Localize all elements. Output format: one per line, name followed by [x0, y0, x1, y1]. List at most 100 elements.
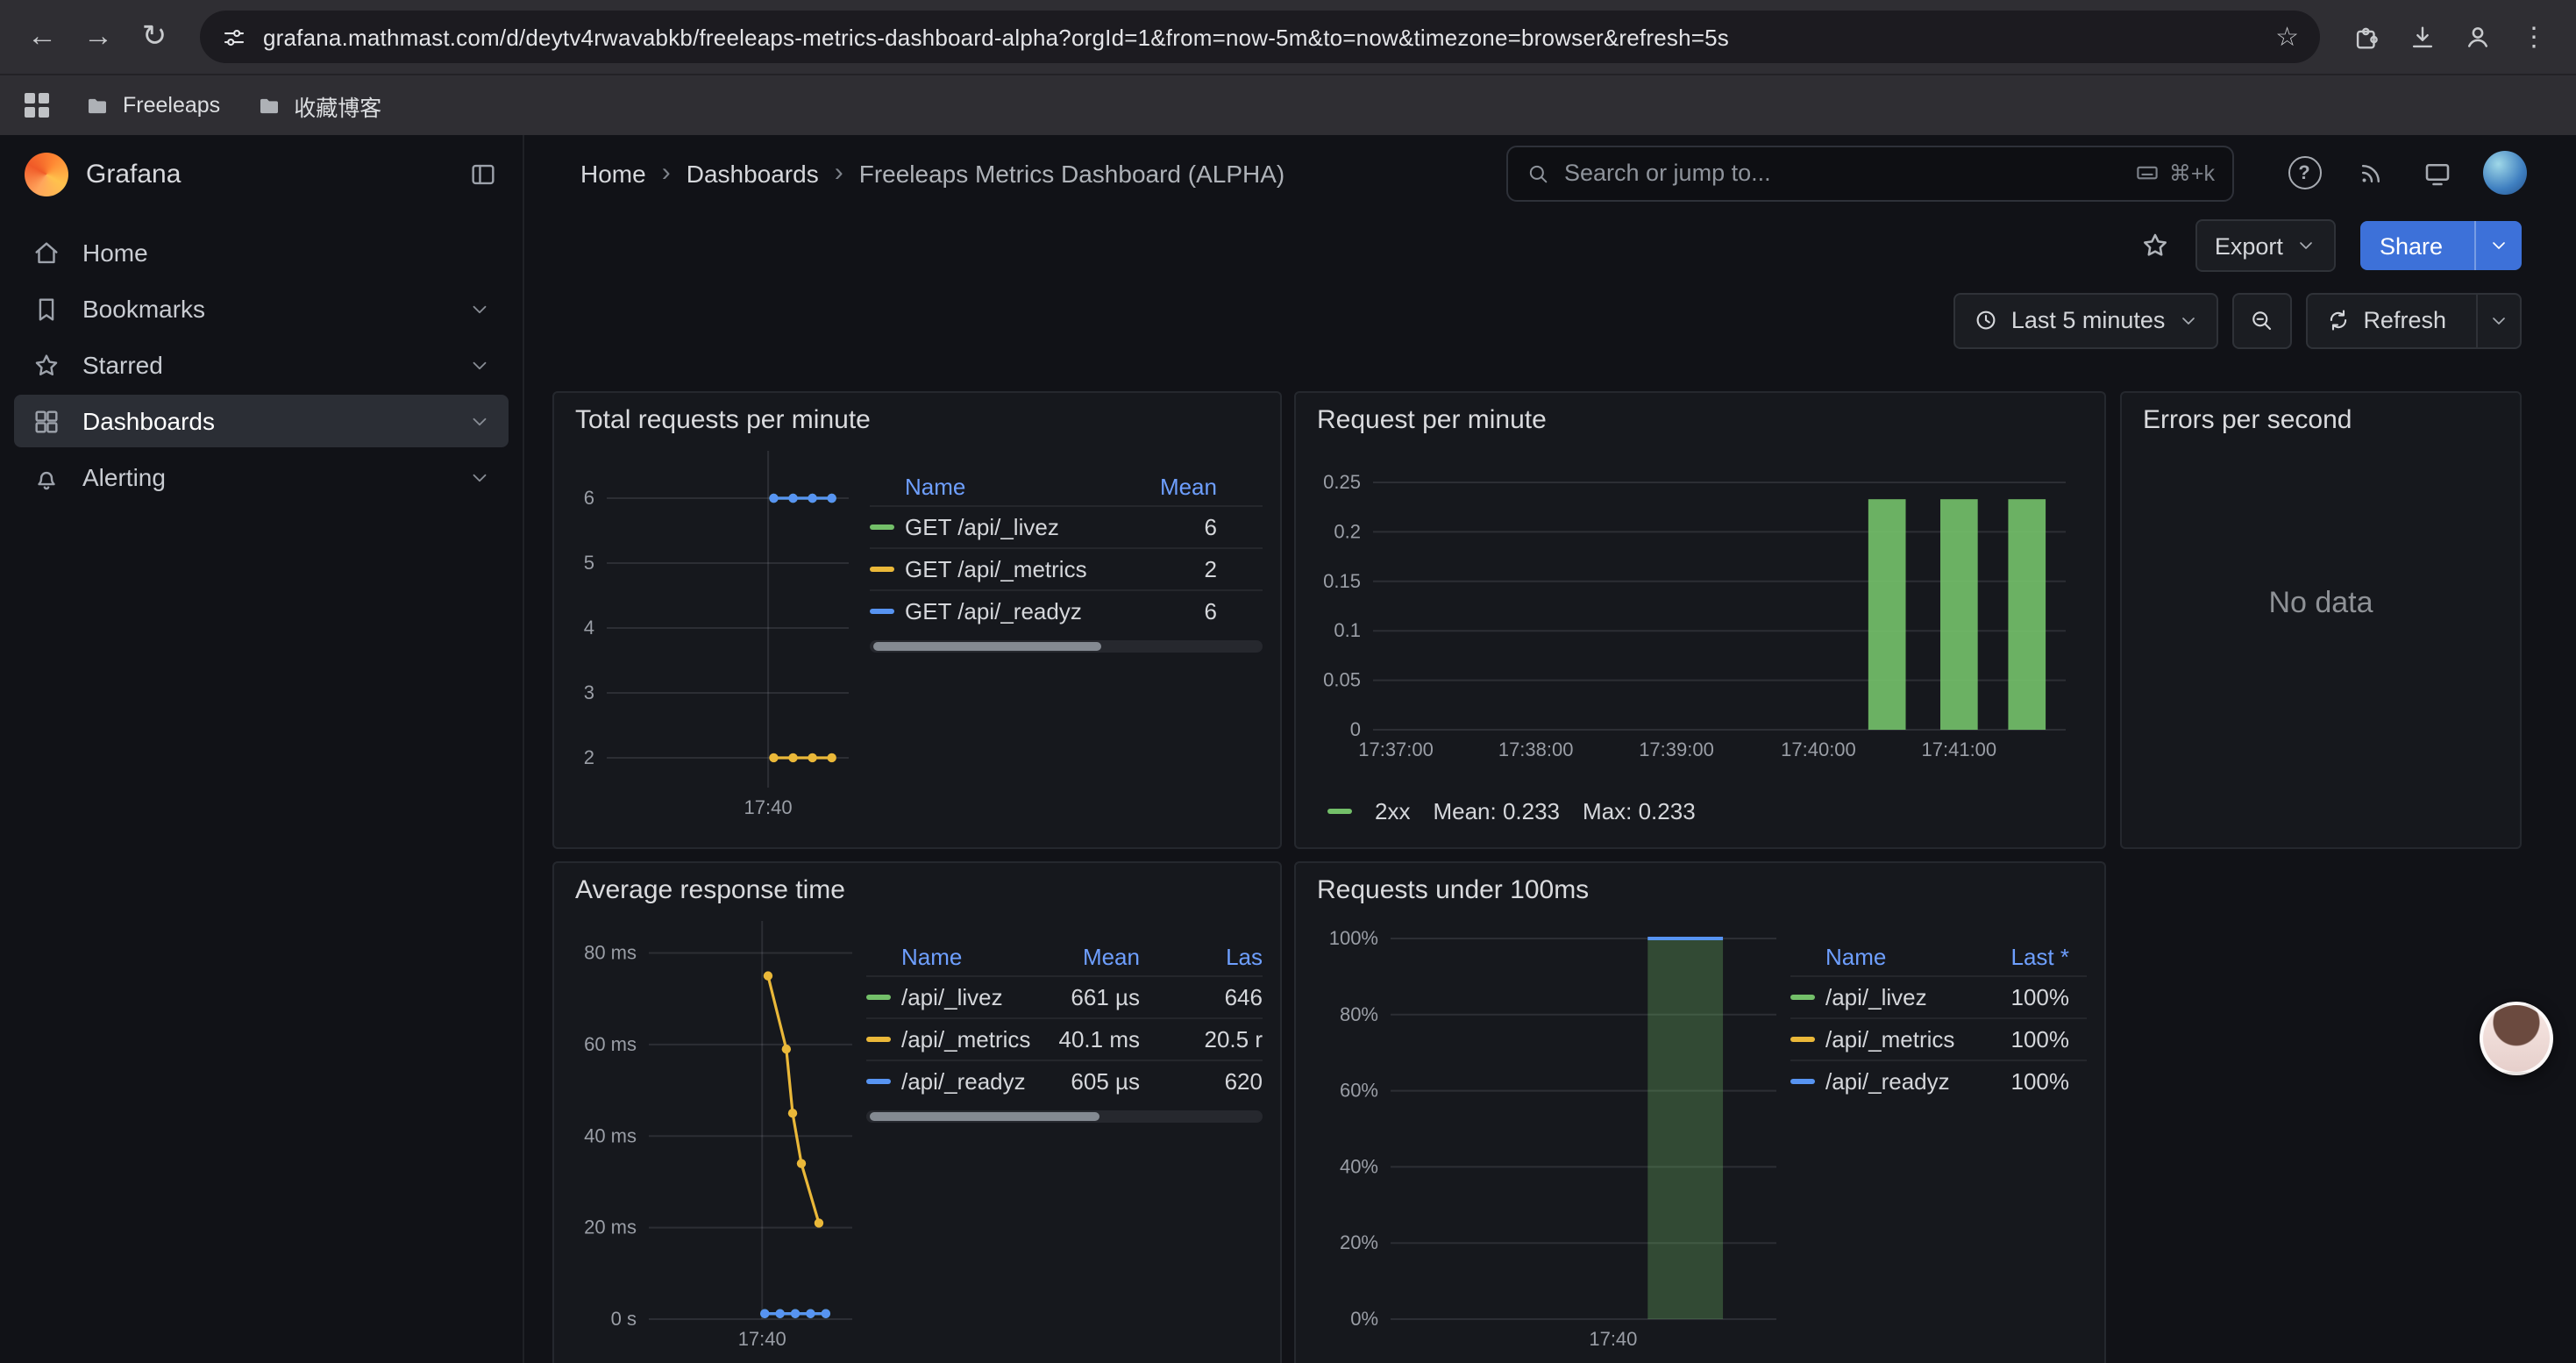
- legend-row[interactable]: GET /api/_livez6: [870, 505, 1263, 547]
- share-button[interactable]: Share: [2360, 221, 2522, 270]
- legend-row[interactable]: /api/_livez100%: [1790, 975, 2087, 1017]
- legend-row[interactable]: GET /api/_readyz6: [870, 589, 1263, 632]
- chevron-down-icon[interactable]: [468, 410, 491, 432]
- legend-header[interactable]: NameLast *: [1790, 938, 2087, 975]
- grafana-app: Grafana Home Bookmarks: [0, 135, 2576, 1363]
- legend-row[interactable]: /api/_livez661 µs646: [866, 975, 1263, 1017]
- dashboard-grid: Total requests per minute 6543217:40 Nam…: [524, 360, 2576, 1363]
- sidebar-item-home[interactable]: Home: [14, 226, 509, 279]
- svg-text:0.15: 0.15: [1323, 570, 1361, 592]
- svg-text:20 ms: 20 ms: [584, 1217, 637, 1238]
- legend-row[interactable]: GET /api/_metrics2: [870, 547, 1263, 589]
- chevron-down-icon[interactable]: [468, 297, 491, 320]
- search-input[interactable]: Search or jump to... ⌘+k: [1506, 145, 2234, 201]
- downloads-icon[interactable]: [2397, 12, 2446, 61]
- sidebar: Grafana Home Bookmarks: [0, 135, 524, 1363]
- url-bar[interactable]: grafana.mathmast.com/d/deytv4rwavabkb/fr…: [200, 11, 2320, 63]
- reload-icon[interactable]: ↻: [130, 12, 179, 61]
- legend-header[interactable]: NameMean: [870, 468, 1263, 505]
- apps-grid-icon[interactable]: [25, 93, 49, 118]
- search-placeholder: Search or jump to...: [1564, 160, 2120, 186]
- dashboard-actions: Export Share: [524, 211, 2576, 281]
- svg-text:2: 2: [584, 746, 594, 768]
- panel-title[interactable]: Requests under 100ms: [1296, 863, 2104, 907]
- zoom-out-button[interactable]: [2231, 292, 2291, 348]
- forward-icon[interactable]: →: [74, 12, 123, 61]
- export-button[interactable]: Export: [2195, 219, 2336, 272]
- user-avatar[interactable]: [2483, 151, 2527, 195]
- legend-header[interactable]: NameMeanLas: [866, 938, 1263, 975]
- page-header: Home › Dashboards › Freeleaps Metrics Da…: [524, 135, 2576, 211]
- help-icon[interactable]: ?: [2283, 152, 2325, 194]
- zoom-out-icon: [2248, 307, 2274, 333]
- star-icon: [32, 350, 61, 380]
- panel-legend: NameMeanGET /api/_livez6GET /api/_metric…: [870, 437, 1263, 831]
- chevron-down-icon[interactable]: [468, 353, 491, 376]
- url-text[interactable]: grafana.mathmast.com/d/deytv4rwavabkb/fr…: [263, 24, 2259, 50]
- requests-under-100ms-chart[interactable]: 100%80%60%40%20%0%17:40: [1313, 907, 1776, 1363]
- folder-icon: [84, 92, 110, 118]
- site-settings-icon[interactable]: [221, 24, 247, 50]
- bookmark-star-icon[interactable]: ☆: [2275, 21, 2299, 53]
- time-controls: Last 5 minutes Refresh: [524, 281, 2576, 360]
- clock-icon: [1973, 307, 1999, 333]
- bookmark-folder-blogs[interactable]: 收藏博客: [255, 89, 381, 122]
- favorite-star-icon[interactable]: [2139, 230, 2171, 261]
- browser-menu-icon[interactable]: ⋮: [2509, 12, 2558, 61]
- panel-title[interactable]: Errors per second: [2122, 393, 2520, 437]
- svg-text:0.2: 0.2: [1334, 520, 1361, 542]
- refresh-interval-chevron-icon[interactable]: [2476, 294, 2520, 346]
- panel-legend: NameLast */api/_livez100%/api/_metrics10…: [1790, 907, 2087, 1363]
- average-response-time-chart[interactable]: 80 ms60 ms40 ms20 ms0 s17:40: [572, 907, 852, 1363]
- floating-assistant-avatar[interactable]: [2480, 1002, 2553, 1075]
- svg-text:0.25: 0.25: [1323, 471, 1361, 493]
- svg-text:0 s: 0 s: [611, 1308, 637, 1330]
- sidebar-item-label: Home: [82, 239, 148, 267]
- panel-average-response-time: Average response time 80 ms60 ms40 ms20 …: [552, 861, 1282, 1363]
- chevron-down-icon: [2295, 235, 2316, 256]
- legend-row[interactable]: /api/_metrics40.1 ms20.5 r: [866, 1017, 1263, 1060]
- total-requests-chart[interactable]: 6543217:40: [572, 437, 856, 831]
- kiosk-monitor-icon[interactable]: [2416, 152, 2459, 194]
- legend-series-label[interactable]: 2xx: [1375, 798, 1410, 824]
- svg-text:80 ms: 80 ms: [584, 942, 637, 964]
- dock-sidebar-icon[interactable]: [468, 159, 498, 189]
- back-icon[interactable]: ←: [18, 12, 67, 61]
- svg-text:17:40: 17:40: [744, 796, 793, 818]
- panel-title[interactable]: Request per minute: [1296, 393, 2104, 437]
- legend-row[interactable]: /api/_readyz605 µs620: [866, 1060, 1263, 1102]
- browser-profile-icon[interactable]: [2453, 12, 2502, 61]
- svg-text:0.1: 0.1: [1334, 619, 1361, 641]
- sidebar-item-starred[interactable]: Starred: [14, 339, 509, 391]
- breadcrumb-separator: ›: [662, 158, 671, 188]
- news-rss-icon[interactable]: [2350, 152, 2392, 194]
- panel-requests-under-100ms: Requests under 100ms 100%80%60%40%20%0%1…: [1294, 861, 2106, 1363]
- breadcrumb-home[interactable]: Home: [580, 159, 646, 187]
- sidebar-item-alerting[interactable]: Alerting: [14, 451, 509, 503]
- panel-errors-per-second: Errors per second No data: [2120, 391, 2522, 849]
- svg-text:3: 3: [584, 682, 594, 703]
- refresh-button[interactable]: Refresh: [2305, 292, 2522, 348]
- request-per-minute-chart[interactable]: 0.250.20.150.10.05017:37:0017:38:0017:39…: [1313, 437, 2083, 788]
- share-menu-chevron-icon[interactable]: [2474, 221, 2522, 270]
- sidebar-item-label: Dashboards: [82, 407, 215, 435]
- svg-text:4: 4: [584, 617, 594, 639]
- svg-text:17:40: 17:40: [738, 1328, 786, 1350]
- sidebar-item-dashboards[interactable]: Dashboards: [14, 395, 509, 447]
- grafana-logo[interactable]: [25, 152, 68, 196]
- legend-row[interactable]: /api/_metrics100%: [1790, 1017, 2087, 1060]
- browser-toolbar: ← → ↻ grafana.mathmast.com/d/deytv4rwava…: [0, 0, 2576, 74]
- extensions-icon[interactable]: [2341, 12, 2390, 61]
- sidebar-item-label: Starred: [82, 351, 163, 379]
- panel-title[interactable]: Total requests per minute: [554, 393, 1280, 437]
- chevron-down-icon[interactable]: [468, 466, 491, 489]
- legend-scrollbar[interactable]: [866, 1110, 1263, 1123]
- breadcrumb-dashboards[interactable]: Dashboards: [687, 159, 819, 187]
- svg-text:0%: 0%: [1350, 1308, 1378, 1330]
- sidebar-item-bookmarks[interactable]: Bookmarks: [14, 282, 509, 335]
- bookmark-folder-freeleaps[interactable]: Freeleaps: [84, 92, 220, 118]
- legend-scrollbar[interactable]: [870, 640, 1263, 653]
- panel-title[interactable]: Average response time: [554, 863, 1280, 907]
- legend-row[interactable]: /api/_readyz100%: [1790, 1060, 2087, 1102]
- time-range-picker[interactable]: Last 5 minutes: [1953, 292, 2218, 348]
